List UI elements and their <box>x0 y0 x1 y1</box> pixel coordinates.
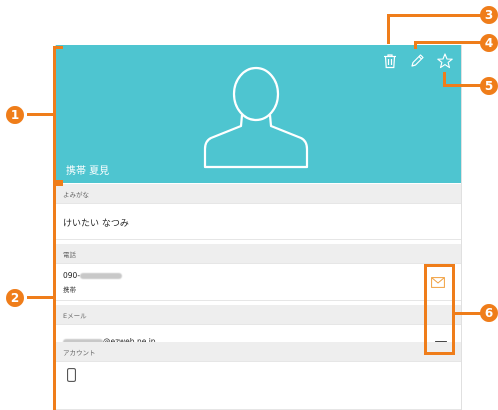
callout-badge-3: 3 <box>480 6 498 24</box>
account-row <box>56 361 461 410</box>
trash-icon[interactable] <box>381 52 399 70</box>
phone-number-redacted <box>80 273 123 279</box>
reading-row: けいたい なつみ <box>56 203 461 240</box>
callout-badge-5: 5 <box>480 77 498 95</box>
callout-3-leader-v <box>387 14 390 44</box>
callout-5-leader-h <box>443 84 483 87</box>
callout-badge-2: 2 <box>6 289 24 307</box>
callout-2-leader <box>27 296 54 299</box>
contact-header: 携帯 夏見 <box>56 45 461 183</box>
phone-row[interactable]: 090- 携帯 <box>56 263 461 301</box>
callout-1-bracket-top <box>53 46 63 49</box>
phone-number-prefix: 090- <box>63 271 81 280</box>
callout-2-bracket-top <box>53 183 63 186</box>
callout-badge-4: 4 <box>480 34 498 52</box>
email-section-label: Eメール <box>56 305 461 324</box>
pencil-icon[interactable] <box>408 52 426 70</box>
callout-1-leader <box>27 113 54 116</box>
avatar-placeholder-icon <box>203 66 309 169</box>
phone-type: 携帯 <box>63 286 76 294</box>
device-icon <box>67 368 76 382</box>
reading-value: けいたい なつみ <box>63 219 129 229</box>
callout-badge-6: 6 <box>480 304 498 322</box>
callout-4-leader-h <box>414 41 483 44</box>
callout-6-leader <box>455 312 483 315</box>
phone-number: 090- <box>63 271 123 280</box>
callout-badge-1: 1 <box>6 106 24 124</box>
reading-section-label: よみがな <box>56 184 461 203</box>
star-icon[interactable] <box>436 52 454 70</box>
callout-3-leader-h <box>387 14 483 17</box>
phone-section-label: 電話 <box>56 244 461 263</box>
contact-name: 携帯 夏見 <box>66 166 110 177</box>
contact-detail-screen: 携帯 夏見 よみがな けいたい なつみ 電話 090- 携帯 Eメール アカウン… <box>55 45 462 410</box>
callout-6-box <box>424 264 455 355</box>
account-section-label: アカウント <box>56 342 461 361</box>
